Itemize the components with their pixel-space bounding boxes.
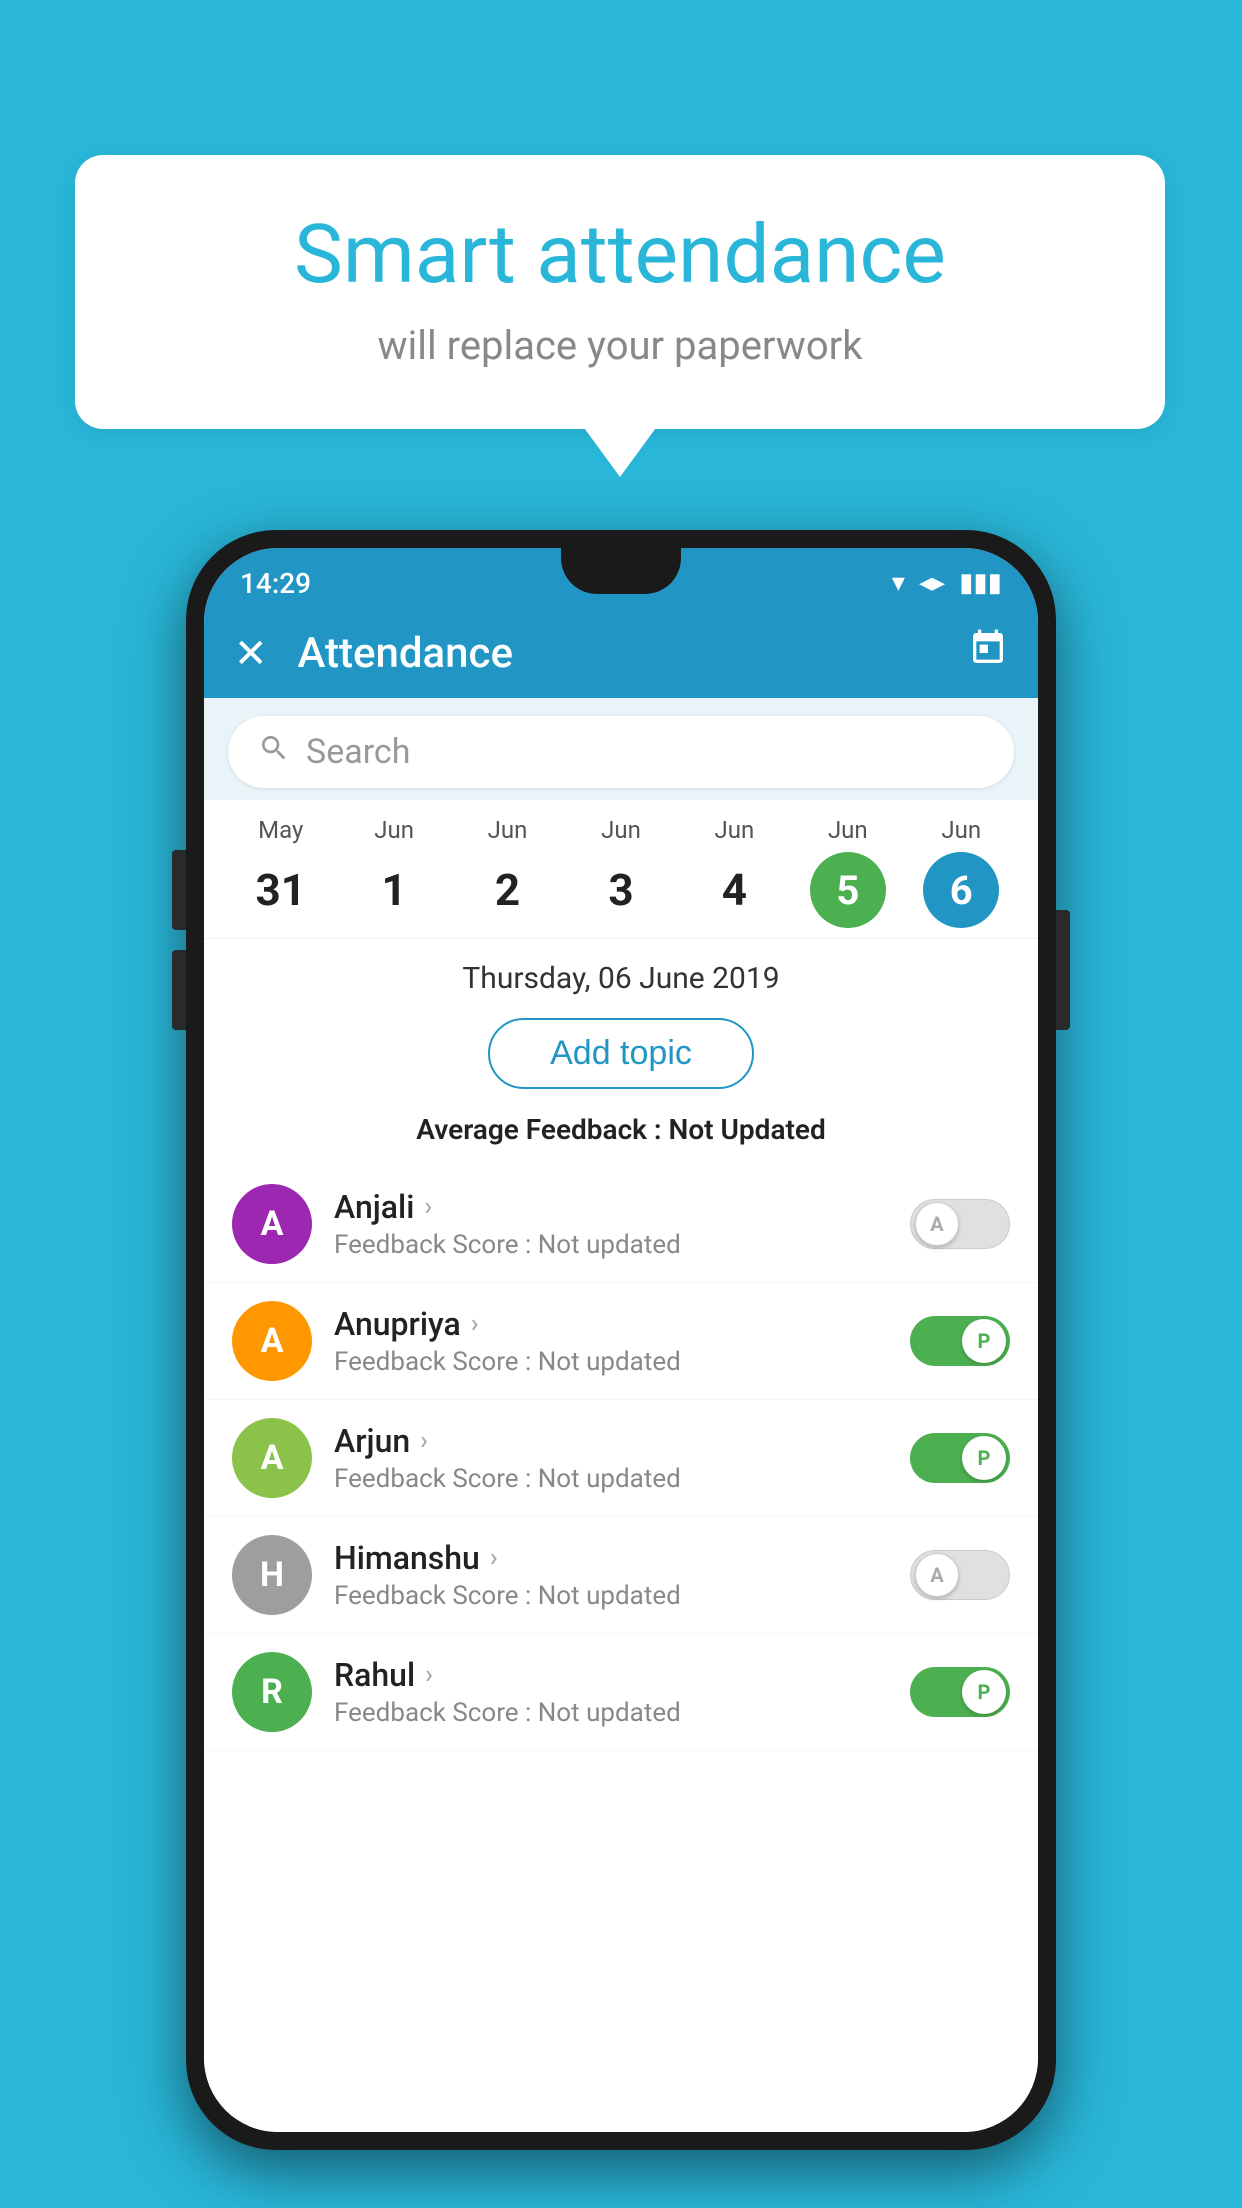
- bubble-subtitle: will replace your paperwork: [135, 322, 1105, 369]
- speech-bubble: Smart attendance will replace your paper…: [75, 155, 1165, 429]
- status-icons: ▾ ◂▸ ▮▮▮: [892, 568, 1002, 598]
- phone-screen: 14:29 ▾ ◂▸ ▮▮▮ ✕ Attendance: [204, 548, 1038, 2132]
- student-name: Rahul ›: [334, 1656, 888, 1694]
- avatar: R: [232, 1652, 312, 1732]
- close-button[interactable]: ✕: [234, 630, 268, 677]
- app-header: ✕ Attendance: [204, 608, 1038, 698]
- cal-month-label: Jun: [601, 816, 641, 844]
- calendar-day[interactable]: Jun 3: [576, 816, 666, 928]
- screen-content: Search May 31 Jun 1 Jun 2 Jun 3 Jun 4 Jun 5 Jun 6 Thu…: [204, 698, 1038, 2132]
- cal-month-label: Jun: [374, 816, 414, 844]
- toggle-knob: A: [915, 1553, 959, 1597]
- cal-month-label: Jun: [941, 816, 981, 844]
- phone-body: 14:29 ▾ ◂▸ ▮▮▮ ✕ Attendance: [186, 530, 1056, 2150]
- chevron-right-icon: ›: [425, 1660, 433, 1690]
- student-item[interactable]: R Rahul › Feedback Score : Not updated P: [204, 1634, 1038, 1751]
- status-time: 14:29: [240, 567, 311, 600]
- calendar-day[interactable]: Jun 5: [803, 816, 893, 928]
- calendar-day[interactable]: Jun 1: [349, 816, 439, 928]
- cal-date-number: 4: [696, 852, 772, 928]
- chevron-right-icon: ›: [424, 1192, 432, 1222]
- calendar-day[interactable]: Jun 4: [689, 816, 779, 928]
- toggle-knob: P: [962, 1319, 1006, 1363]
- search-container: Search: [204, 698, 1038, 800]
- side-button-vol-down: [172, 950, 186, 1030]
- student-info: Anjali › Feedback Score : Not updated: [334, 1188, 888, 1260]
- feedback-score: Feedback Score : Not updated: [334, 1581, 888, 1611]
- student-name: Anupriya ›: [334, 1305, 888, 1343]
- signal-icon: ◂▸: [919, 568, 945, 598]
- chevron-right-icon: ›: [420, 1426, 428, 1456]
- student-info: Anupriya › Feedback Score : Not updated: [334, 1305, 888, 1377]
- cal-date-number: 31: [243, 852, 319, 928]
- calendar-day[interactable]: Jun 2: [463, 816, 553, 928]
- search-bar[interactable]: Search: [228, 716, 1014, 788]
- battery-icon: ▮▮▮: [959, 568, 1002, 598]
- avg-feedback-value: Not Updated: [669, 1113, 826, 1146]
- phone-notch: [561, 548, 681, 594]
- avg-feedback-label: Average Feedback :: [416, 1113, 668, 1146]
- side-button-vol-up: [172, 850, 186, 930]
- feedback-score: Feedback Score : Not updated: [334, 1464, 888, 1494]
- student-info: Arjun › Feedback Score : Not updated: [334, 1422, 888, 1494]
- calendar-day[interactable]: Jun 6: [916, 816, 1006, 928]
- student-info: Himanshu › Feedback Score : Not updated: [334, 1539, 888, 1611]
- cal-date-number: 2: [470, 852, 546, 928]
- toggle-knob: P: [962, 1670, 1006, 1714]
- avatar: A: [232, 1184, 312, 1264]
- attendance-toggle[interactable]: A: [910, 1550, 1010, 1600]
- student-name: Himanshu ›: [334, 1539, 888, 1577]
- feedback-score: Feedback Score : Not updated: [334, 1347, 888, 1377]
- student-item[interactable]: A Anupriya › Feedback Score : Not updated P: [204, 1283, 1038, 1400]
- toggle-knob: P: [962, 1436, 1006, 1480]
- student-item[interactable]: H Himanshu › Feedback Score : Not updated A: [204, 1517, 1038, 1634]
- attendance-toggle[interactable]: P: [910, 1667, 1010, 1717]
- chevron-right-icon: ›: [471, 1309, 479, 1339]
- search-placeholder: Search: [306, 732, 410, 772]
- attendance-toggle[interactable]: A: [910, 1199, 1010, 1249]
- cal-month-label: Jun: [488, 816, 528, 844]
- search-icon: [258, 732, 290, 772]
- attendance-toggle[interactable]: P: [910, 1316, 1010, 1366]
- cal-date-number: 6: [923, 852, 999, 928]
- attendance-toggle[interactable]: P: [910, 1433, 1010, 1483]
- add-topic-button[interactable]: Add topic: [488, 1018, 754, 1089]
- toggle-knob: A: [915, 1202, 959, 1246]
- side-button-power: [1056, 910, 1070, 1030]
- student-list: AAnjali ›Feedback Score : Not updatedAAA…: [204, 1166, 1038, 1751]
- student-item[interactable]: A Arjun › Feedback Score : Not updated P: [204, 1400, 1038, 1517]
- avatar: A: [232, 1301, 312, 1381]
- student-info: Rahul › Feedback Score : Not updated: [334, 1656, 888, 1728]
- add-topic-container: Add topic: [204, 1010, 1038, 1105]
- student-name: Arjun ›: [334, 1422, 888, 1460]
- student-item[interactable]: A Anjali › Feedback Score : Not updated A: [204, 1166, 1038, 1283]
- avatar: A: [232, 1418, 312, 1498]
- feedback-score: Feedback Score : Not updated: [334, 1698, 888, 1728]
- student-name: Anjali ›: [334, 1188, 888, 1226]
- feedback-score: Feedback Score : Not updated: [334, 1230, 888, 1260]
- avatar: H: [232, 1535, 312, 1615]
- avg-feedback: Average Feedback : Not Updated: [204, 1105, 1038, 1166]
- cal-date-number: 3: [583, 852, 659, 928]
- selected-date-label: Thursday, 06 June 2019: [204, 939, 1038, 1010]
- wifi-icon: ▾: [892, 568, 905, 598]
- calendar-day[interactable]: May 31: [236, 816, 326, 928]
- cal-month-label: Jun: [828, 816, 868, 844]
- cal-month-label: May: [258, 816, 303, 844]
- bubble-title: Smart attendance: [135, 210, 1105, 300]
- cal-date-number: 5: [810, 852, 886, 928]
- cal-month-label: Jun: [715, 816, 755, 844]
- calendar-strip: May 31 Jun 1 Jun 2 Jun 3 Jun 4 Jun 5 Jun 6: [204, 800, 1038, 939]
- phone-frame: 14:29 ▾ ◂▸ ▮▮▮ ✕ Attendance: [186, 530, 1056, 2150]
- header-title: Attendance: [298, 629, 938, 678]
- chevron-right-icon: ›: [490, 1543, 498, 1573]
- cal-date-number: 1: [356, 852, 432, 928]
- calendar-icon[interactable]: [968, 628, 1008, 678]
